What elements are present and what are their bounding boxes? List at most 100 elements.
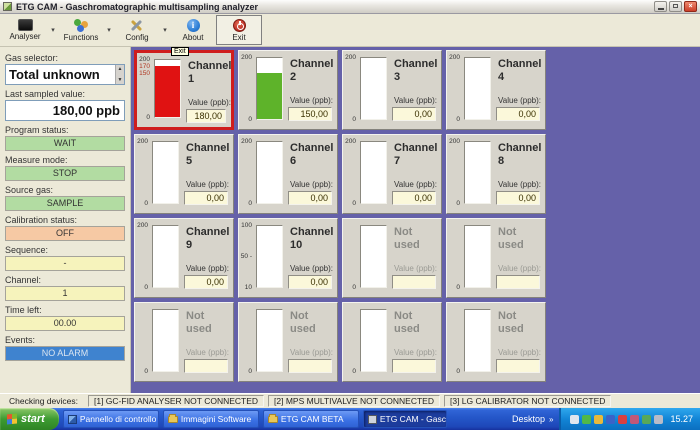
source-gas-label: Source gas:: [5, 185, 125, 195]
tray-icon-1[interactable]: [570, 415, 579, 424]
control-panel-icon: [68, 415, 77, 424]
combobox-scrollbar[interactable]: ▲▼: [115, 65, 124, 84]
level-gauge-bar: [154, 59, 181, 118]
taskbar-item-control-panel[interactable]: Pannello di controllo: [63, 410, 159, 428]
app-window-icon: [368, 415, 377, 424]
value-readout: [496, 275, 540, 289]
tray-icon-6[interactable]: [630, 415, 639, 424]
taskbar-item-etg-cam-active[interactable]: ETG CAM - Gaschrom...: [363, 410, 447, 428]
channel-panel-1[interactable]: 2001701500Channel1Value (ppb):180,00Exit: [134, 50, 234, 130]
statusbar: Checking devices: [1] GC-FID ANALYSER NO…: [0, 393, 700, 408]
gas-selector-combobox[interactable]: Total unknown ▲▼: [5, 64, 125, 85]
channel-title: Channel3: [394, 58, 437, 83]
calibration-status-value: OFF: [5, 226, 125, 241]
level-gauge-bar: [464, 309, 491, 372]
channel-panel-unused[interactable]: 0NotusedValue (ppb):: [342, 302, 442, 382]
channel-panel-unused[interactable]: 0NotusedValue (ppb):: [238, 302, 338, 382]
value-readout: 0,00: [496, 107, 540, 121]
channel-grid: 2001701500Channel1Value (ppb):180,00Exit…: [134, 50, 700, 382]
chevron-icon[interactable]: »: [549, 415, 553, 424]
taskbar-clock: 15.27: [670, 414, 693, 424]
channel-panel-3[interactable]: 2000Channel3Value (ppb):0,00: [342, 50, 442, 130]
power-icon: [233, 19, 246, 32]
tray-icon-3[interactable]: [594, 415, 603, 424]
channel-panel-unused[interactable]: 0NotusedValue (ppb):: [342, 218, 442, 298]
restore-button[interactable]: [669, 1, 682, 12]
value-readout: 0,00: [184, 191, 228, 205]
titlebar: ETG CAM - Gaschromatographic multisampli…: [0, 0, 700, 14]
level-gauge-bar: [256, 225, 283, 288]
tray-icon-5[interactable]: [618, 415, 627, 424]
functions-dropdown-arrow[interactable]: ▾: [104, 15, 114, 45]
value-unit-label: Value (ppb):: [186, 348, 229, 357]
channel-panel-2[interactable]: 2000Channel2Value (ppb):150,00: [238, 50, 338, 130]
channel-title: Channel6: [290, 142, 333, 167]
gauge-scale: 0: [448, 306, 462, 375]
program-status-label: Program status:: [5, 125, 125, 135]
level-gauge-bar: [360, 309, 387, 372]
tray-icon-4[interactable]: [606, 415, 615, 424]
close-button[interactable]: ×: [684, 1, 697, 12]
exit-tooltip: Exit: [171, 47, 189, 56]
channel-title: Notused: [394, 310, 420, 335]
channel-panel-4[interactable]: 2000Channel4Value (ppb):0,00: [446, 50, 546, 130]
desktop-toolbar[interactable]: Desktop »: [506, 414, 559, 424]
window-title: ETG CAM - Gaschromatographic multisampli…: [16, 2, 654, 12]
last-sampled-value: 180,00 ppb: [5, 100, 125, 121]
channel-title: Channel10: [290, 226, 333, 251]
channel-panel-7[interactable]: 2000Channel7Value (ppb):0,00: [342, 134, 442, 214]
analyser-button[interactable]: Analyser: [2, 15, 48, 45]
taskbar-item-immagini-software[interactable]: Immagini Software: [163, 410, 259, 428]
functions-button[interactable]: Functions: [58, 15, 104, 45]
tray-icon-2[interactable]: [582, 415, 591, 424]
exit-button[interactable]: Exit: [216, 15, 262, 45]
value-readout: [392, 275, 436, 289]
level-gauge-bar: [464, 225, 491, 288]
value-unit-label: Value (ppb):: [394, 96, 437, 105]
config-button[interactable]: Config: [114, 15, 160, 45]
functions-balls-icon: [73, 19, 89, 32]
channel-title: Notused: [498, 310, 524, 335]
sequence-label: Sequence:: [5, 245, 125, 255]
value-unit-label: Value (ppb):: [290, 264, 333, 273]
program-status-value: WAIT: [5, 136, 125, 151]
config-dropdown-arrow[interactable]: ▾: [160, 15, 170, 45]
gauge-scale: 0: [448, 222, 462, 291]
value-readout: 0,00: [496, 191, 540, 205]
tray-icon-7[interactable]: [642, 415, 651, 424]
channel-title: Notused: [186, 310, 212, 335]
sequence-value: -: [5, 256, 125, 271]
value-unit-label: Value (ppb):: [498, 348, 541, 357]
value-readout: 0,00: [184, 275, 228, 289]
value-readout: 0,00: [288, 191, 332, 205]
gauge-scale: 2000: [240, 138, 254, 207]
channel-panel-8[interactable]: 2000Channel8Value (ppb):0,00: [446, 134, 546, 214]
channel-panel-unused[interactable]: 0NotusedValue (ppb):: [134, 302, 234, 382]
value-unit-label: Value (ppb):: [186, 180, 229, 189]
events-value: NO ALARM: [5, 346, 125, 361]
measure-mode-label: Measure mode:: [5, 155, 125, 165]
start-button[interactable]: start: [0, 408, 59, 430]
gauge-scale: 2000: [448, 138, 462, 207]
calibration-status-label: Calibration status:: [5, 215, 125, 225]
value-readout: [184, 359, 228, 373]
taskbar-item-etg-cam-beta[interactable]: ETG CAM BETA: [263, 410, 359, 428]
value-readout: 0,00: [288, 275, 332, 289]
value-unit-label: Value (ppb):: [290, 96, 333, 105]
channel-panel-9[interactable]: 2000Channel9Value (ppb):0,00: [134, 218, 234, 298]
about-button[interactable]: i About: [170, 15, 216, 45]
analyser-dropdown-arrow[interactable]: ▾: [48, 15, 58, 45]
minimize-button[interactable]: [654, 1, 667, 12]
channel-panel-unused[interactable]: 0NotusedValue (ppb):: [446, 218, 546, 298]
tray-icon-8[interactable]: [654, 415, 663, 424]
channel-panel-5[interactable]: 2000Channel5Value (ppb):0,00: [134, 134, 234, 214]
gauge-scale: 2000: [240, 54, 254, 123]
channel-value: 1: [5, 286, 125, 301]
channel-panel-unused[interactable]: 0 Notused Value (ppb):: [446, 302, 546, 382]
channel-panel-6[interactable]: 2000Channel6Value (ppb):0,00: [238, 134, 338, 214]
channel-title: Channel1: [188, 60, 231, 85]
folder-icon: [168, 416, 178, 423]
gauge-scale: 0: [344, 306, 358, 375]
channel-panel-10[interactable]: 10050 -10Channel10Value (ppb):0,00: [238, 218, 338, 298]
main-area: 2001701500Channel1Value (ppb):180,00Exit…: [131, 47, 700, 393]
